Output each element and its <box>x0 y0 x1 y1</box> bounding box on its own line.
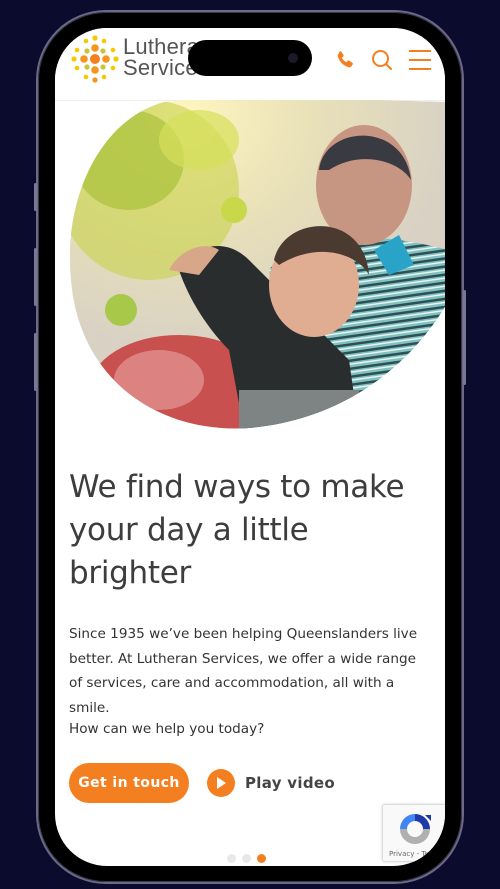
carousel-dots <box>227 854 266 863</box>
lutheran-services-logo-icon[interactable] <box>69 33 121 85</box>
power-button <box>463 290 466 385</box>
action-button <box>34 183 37 211</box>
hero-body-text: Since 1935 we’ve been helping Queensland… <box>69 626 418 716</box>
screen: Lutheran Services We find ways to make y… <box>55 28 445 866</box>
hero-headline: We find ways to make your day a little b… <box>69 469 405 591</box>
play-icon <box>207 769 235 797</box>
hero-image <box>69 100 445 429</box>
search-icon[interactable] <box>370 48 394 72</box>
play-video-button[interactable]: Play video <box>207 768 335 798</box>
play-video-label: Play video <box>245 774 335 792</box>
camera-icon <box>288 53 298 63</box>
volume-up-button <box>34 248 37 306</box>
recaptcha-privacy-link[interactable]: Privacy - Terms <box>389 850 442 858</box>
menu-icon[interactable] <box>407 48 433 72</box>
recaptcha-badge[interactable]: Privacy - Terms <box>382 804 445 862</box>
volume-down-button <box>34 333 37 391</box>
help-question: How can we help you today? <box>69 721 265 737</box>
site-header: Lutheran Services <box>55 28 445 101</box>
carousel-dot[interactable] <box>227 854 236 863</box>
dynamic-island <box>188 40 312 76</box>
carousel-dot[interactable] <box>242 854 251 863</box>
get-in-touch-button[interactable]: Get in touch <box>69 763 189 803</box>
carousel-dot-active[interactable] <box>257 854 266 863</box>
recaptcha-icon <box>400 814 431 844</box>
phone-icon[interactable] <box>333 48 357 72</box>
